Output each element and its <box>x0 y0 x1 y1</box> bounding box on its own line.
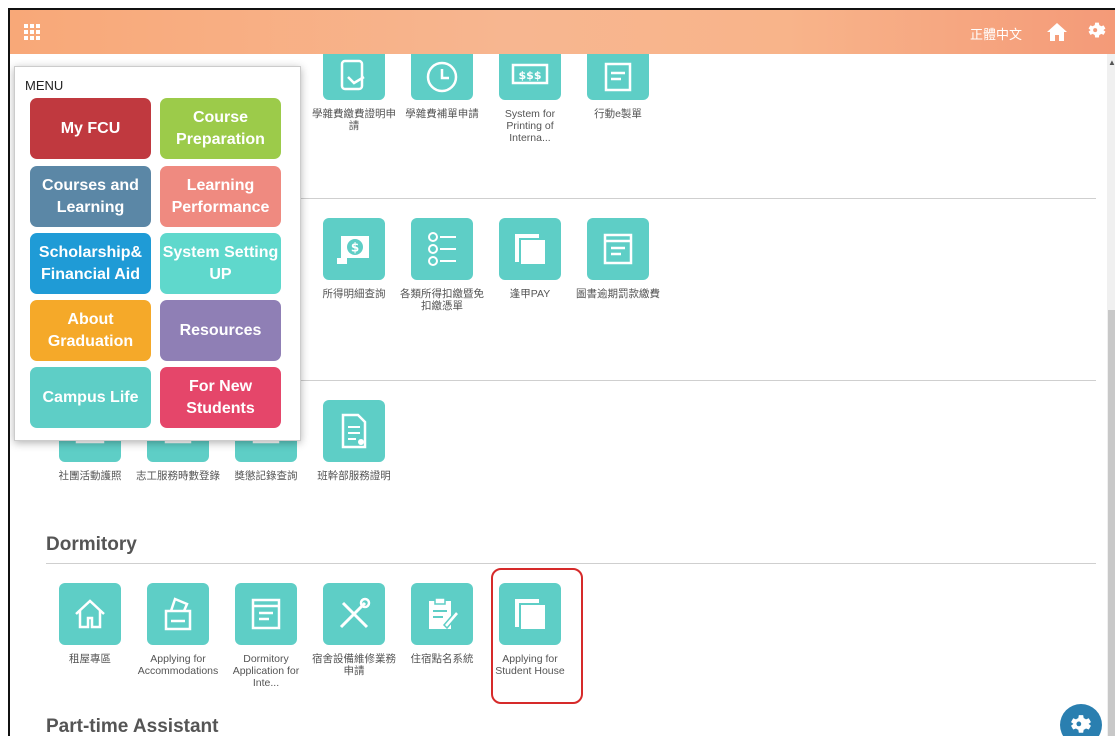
apps-grid-icon[interactable] <box>24 24 40 40</box>
money-screen-icon[interactable]: $$$ <box>499 54 561 100</box>
menu-item-label: My FCU <box>60 119 121 137</box>
menu-campus-life[interactable]: Campus Life <box>30 367 151 428</box>
menu-scholarship-financial-aid[interactable]: Scholarship& Financial Aid <box>30 233 151 294</box>
ballot-box-icon[interactable] <box>147 583 209 645</box>
tile-library-fine[interactable]: 圖書逾期罰款繳費 <box>576 218 660 300</box>
menu-courses-learning[interactable]: Courses and Learning <box>30 166 151 227</box>
checklist-icon[interactable] <box>411 218 473 280</box>
svg-text:$: $ <box>351 241 359 255</box>
tile-roll-call[interactable]: 住宿點名系統 <box>400 583 484 665</box>
document-icon[interactable] <box>323 400 385 462</box>
form-icon[interactable] <box>587 218 649 280</box>
money-coins-icon[interactable]: $ <box>323 218 385 280</box>
section-title-dormitory: Dormitory <box>46 534 137 555</box>
menu-my-fcu[interactable]: My FCU <box>30 98 151 159</box>
menu-resources[interactable]: Resources <box>160 300 281 361</box>
window-stack-icon[interactable] <box>499 218 561 280</box>
tile-mobile-form[interactable]: 行動e製單 <box>576 54 660 120</box>
tools-icon[interactable] <box>323 583 385 645</box>
highlight-annotation <box>491 568 583 704</box>
tile-dormitory-application[interactable]: Dormitory Application for Inte... <box>224 583 308 689</box>
form-icon[interactable] <box>235 583 297 645</box>
menu-item-label: Course Preparation <box>176 108 265 148</box>
settings-fab[interactable] <box>1060 704 1102 736</box>
top-bar: 正體中文 <box>10 10 1115 54</box>
menu-about-graduation[interactable]: About Graduation <box>30 300 151 361</box>
menu-item-label: For New Students <box>186 377 255 417</box>
tile-label: 宿舍設備維修業務申請 <box>312 653 396 677</box>
tile-income-query[interactable]: $ 所得明細查詢 <box>312 218 396 300</box>
tile-label: 社團活動護照 <box>58 470 122 482</box>
tile-label: 行動e製單 <box>594 108 642 120</box>
tile-label: Dormitory Application for Inte... <box>232 653 300 689</box>
tile-dorm-repair[interactable]: 宿舍設備維修業務申請 <box>312 583 396 677</box>
home-icon[interactable] <box>1046 22 1068 42</box>
tile-label: 圖書逾期罰款繳費 <box>576 288 660 300</box>
tile-label: 所得明細查詢 <box>322 288 386 300</box>
tile-label: System for Printing of Interna... <box>504 108 556 144</box>
tile-label: 學雜費補單申請 <box>405 108 479 120</box>
menu-item-label: System Setting UP <box>162 243 279 283</box>
tile-label: 學雜費繳費證明申請 <box>312 108 396 132</box>
tile-label: 住宿點名系統 <box>410 653 474 665</box>
tile-tuition-certificate[interactable]: 學雜費繳費證明申請 <box>312 54 396 132</box>
menu-course-preparation[interactable]: Course Preparation <box>160 98 281 159</box>
gear-icon[interactable] <box>1086 20 1108 42</box>
menu-for-new-students[interactable]: For New Students <box>160 367 281 428</box>
main-menu-panel: MENU My FCU Course Preparation Courses a… <box>14 66 301 441</box>
form-icon[interactable] <box>587 54 649 100</box>
menu-system-setting[interactable]: System Setting UP <box>160 233 281 294</box>
tile-label: 志工服務時數登錄 <box>136 470 220 482</box>
tile-label: 獎懲記錄查詢 <box>234 470 298 482</box>
menu-item-label: Campus Life <box>42 388 139 406</box>
tile-withholding-slip[interactable]: 各類所得扣繳暨免扣繳憑單 <box>400 218 484 312</box>
tile-label: 租屋專區 <box>69 653 111 665</box>
clipboard-pen-icon[interactable] <box>411 583 473 645</box>
tile-label: Applying for Accommodations <box>137 653 219 677</box>
app-frame: 正體中文 學雜費繳費證明申請 學雜費補單申請 $$$ System for Pr… <box>8 8 1115 736</box>
house-icon[interactable] <box>59 583 121 645</box>
tile-tuition-supplement[interactable]: 學雜費補單申請 <box>400 54 484 120</box>
svg-text:$$$: $$$ <box>519 69 542 82</box>
scroll-up-arrow-icon[interactable]: ▲ <box>1108 58 1115 67</box>
tile-label: 逢甲PAY <box>509 288 551 300</box>
tile-label: 班幹部服務證明 <box>317 470 391 482</box>
section-title-part-time: Part-time Assistant <box>46 716 219 736</box>
menu-title: MENU <box>25 78 64 93</box>
tile-printing-system[interactable]: $$$ System for Printing of Interna... <box>488 54 572 144</box>
scrollbar-thumb[interactable] <box>1108 310 1115 736</box>
menu-learning-performance[interactable]: Learning Performance <box>160 166 281 227</box>
clock-dollar-icon[interactable] <box>411 54 473 100</box>
menu-item-label: Courses and Learning <box>42 176 139 216</box>
tablet-hand-icon[interactable] <box>323 54 385 100</box>
menu-item-label: Resources <box>179 321 262 339</box>
menu-item-label: Scholarship& Financial Aid <box>38 244 143 283</box>
tile-label: 各類所得扣繳暨免扣繳憑單 <box>400 288 484 312</box>
section-divider <box>46 563 1096 564</box>
menu-item-label: Learning Performance <box>171 176 270 216</box>
tile-applying-accommodations[interactable]: Applying for Accommodations <box>136 583 220 677</box>
tile-fcu-pay[interactable]: 逢甲PAY <box>488 218 572 300</box>
gear-icon <box>1071 715 1091 733</box>
tile-cadre-certificate[interactable]: 班幹部服務證明 <box>312 400 396 482</box>
menu-item-label: About Graduation <box>47 310 134 350</box>
language-switch[interactable]: 正體中文 <box>970 24 1022 43</box>
tile-rental-zone[interactable]: 租屋專區 <box>48 583 132 665</box>
